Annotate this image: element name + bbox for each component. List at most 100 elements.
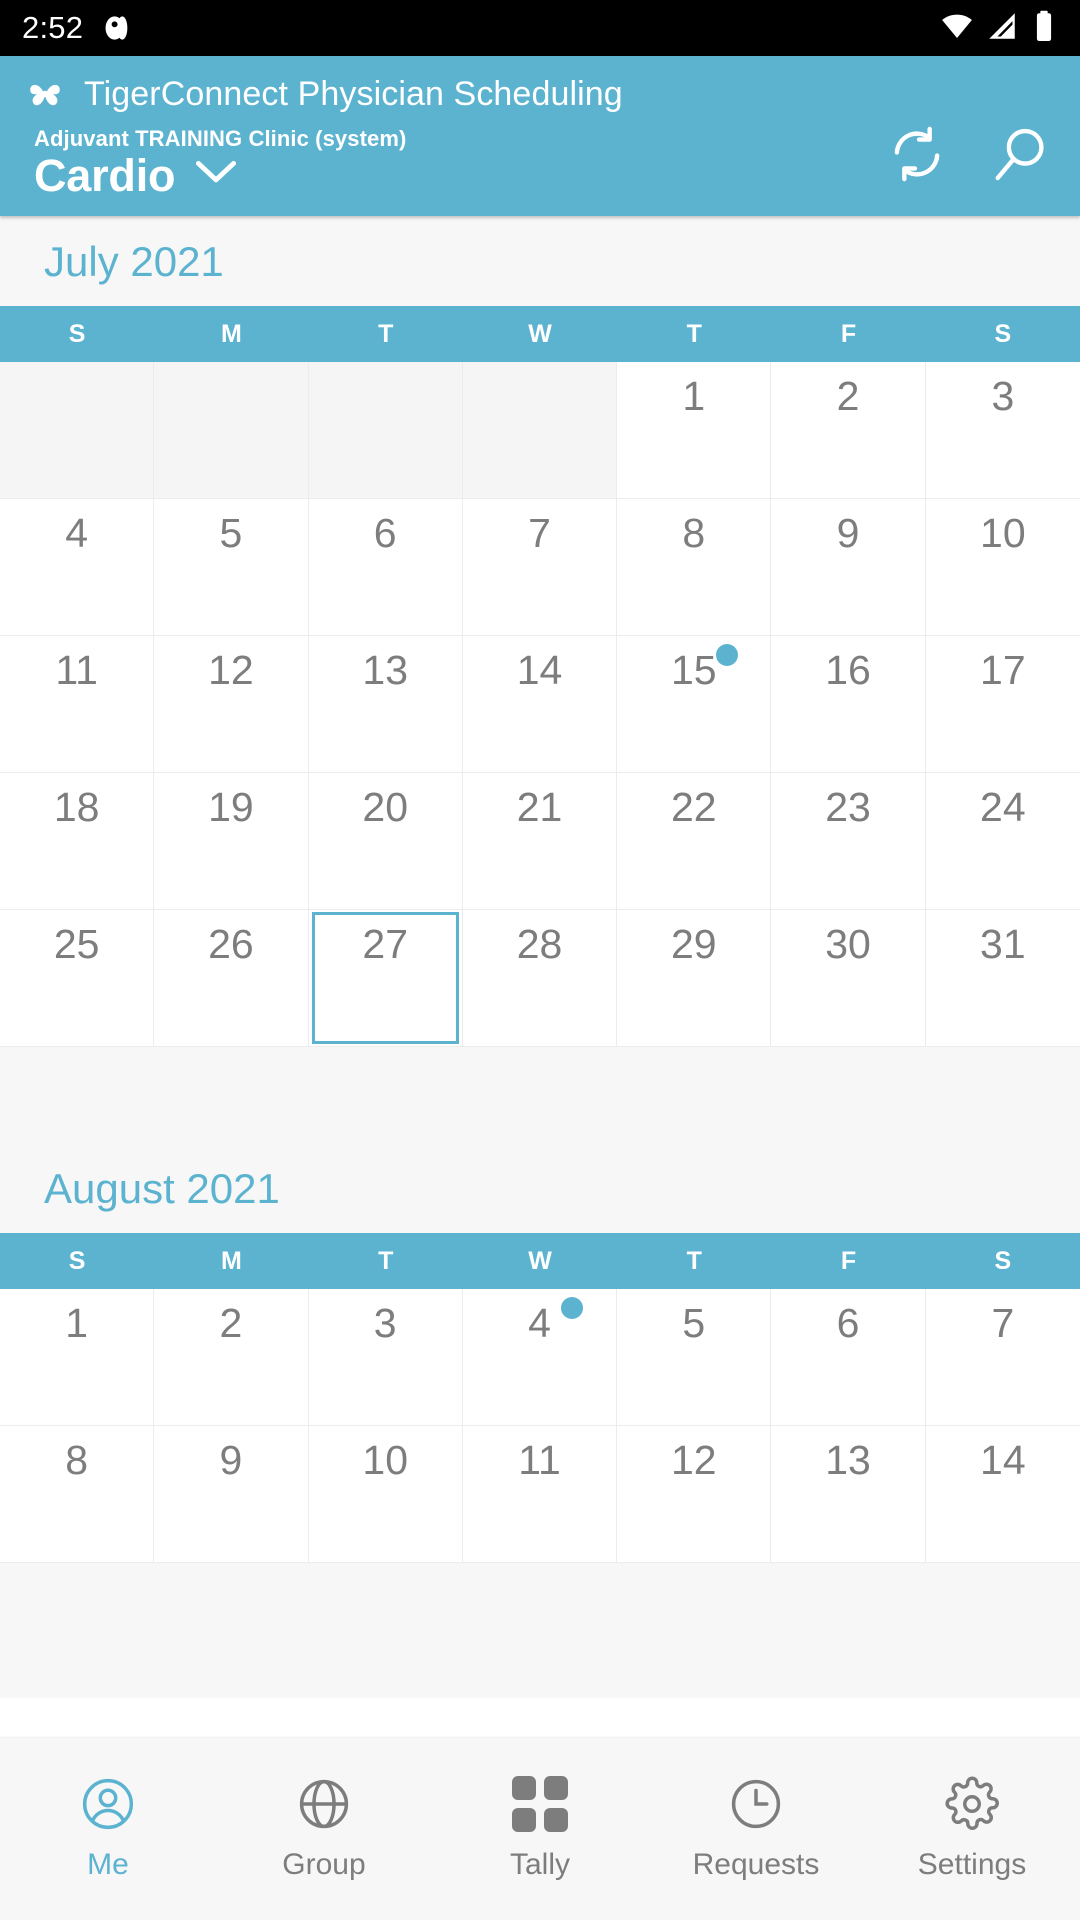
weekday-header-4: T <box>686 1247 702 1275</box>
calendar-day-12[interactable]: 12 <box>617 1426 772 1563</box>
calendar-day-5[interactable]: 5 <box>617 1289 772 1426</box>
calendar-day-1[interactable]: 1 <box>0 1289 155 1426</box>
calendar-day-number: 4 <box>65 510 89 556</box>
weekday-header-1: M <box>221 1247 242 1275</box>
calendar-day-20[interactable]: 20 <box>308 773 463 910</box>
calendar-day-1[interactable]: 1 <box>617 362 772 499</box>
calendar-day-number: 21 <box>516 784 563 830</box>
calendar-day-23[interactable]: 23 <box>771 773 926 910</box>
weekday-header-5: F <box>840 1247 857 1275</box>
calendar-week-row: 1 2 3 4 5 6 7 <box>0 1289 1080 1426</box>
weekday-header-0: S <box>68 1247 86 1275</box>
calendar-day-16[interactable]: 16 <box>771 636 926 773</box>
shift-indicator-dot <box>561 1297 584 1319</box>
calendar-day-25[interactable]: 25 <box>0 910 155 1047</box>
globe-icon <box>296 1776 352 1832</box>
calendar-day-7[interactable]: 7 <box>462 499 618 636</box>
calendar-day-26[interactable]: 26 <box>154 910 309 1047</box>
calendar-day-11[interactable]: 11 <box>0 636 155 773</box>
calendar-day-11[interactable]: 11 <box>462 1426 618 1563</box>
refresh-icon[interactable] <box>886 123 948 190</box>
calendar-day-8[interactable]: 8 <box>617 499 772 636</box>
calendar-day-number: 29 <box>670 921 717 967</box>
app-bar-actions <box>886 123 1052 202</box>
calendar-day-10[interactable]: 10 <box>308 1426 463 1563</box>
calendar-scroll-area[interactable]: July 2021 S M T W T F S 1 2 3 4 5 6 7 8 9 10 11 12 13 14 15 16 1… <box>0 216 1080 1698</box>
calendar-day-12[interactable]: 12 <box>154 636 309 773</box>
calendar-day-6[interactable]: 6 <box>308 499 463 636</box>
calendar-day-number: 9 <box>836 510 860 556</box>
tigerconnect-clover-logo-icon <box>24 73 66 115</box>
calendar-day-30[interactable]: 30 <box>771 910 926 1047</box>
calendar-day-28[interactable]: 28 <box>462 910 618 1047</box>
calendar-day-3[interactable]: 3 <box>308 1289 463 1426</box>
calendar-day-empty <box>154 362 309 499</box>
battery-full-icon <box>1030 9 1058 48</box>
calendar-day-number: 5 <box>219 510 243 556</box>
calendar-day-number: 3 <box>373 1300 397 1346</box>
department-selector[interactable]: Cardio <box>34 150 886 202</box>
calendar-day-13[interactable]: 13 <box>771 1426 926 1563</box>
calendar-day-number: 9 <box>219 1437 243 1483</box>
calendar-day-8[interactable]: 8 <box>0 1426 155 1563</box>
cellular-signal-icon <box>985 9 1019 48</box>
calendar-day-number: 17 <box>980 647 1026 693</box>
nav-item-settings[interactable]: Settings <box>864 1738 1080 1920</box>
clock-icon <box>728 1776 784 1832</box>
weekday-header-1: M <box>221 320 242 348</box>
calendar-day-number: 13 <box>362 647 408 693</box>
calendar-day-22[interactable]: 22 <box>617 773 772 910</box>
calendar-day-13[interactable]: 13 <box>308 636 463 773</box>
calendar-day-9[interactable]: 9 <box>154 1426 309 1563</box>
calendar-day-31[interactable]: 31 <box>925 910 1080 1047</box>
calendar-day-14[interactable]: 14 <box>925 1426 1080 1563</box>
nav-item-group[interactable]: Group <box>216 1738 432 1920</box>
calendar-day-9[interactable]: 9 <box>771 499 926 636</box>
calendar-day-24[interactable]: 24 <box>925 773 1080 910</box>
calendar-day-number: 18 <box>53 784 100 830</box>
calendar-day-number: 12 <box>208 647 254 693</box>
calendar-day-number: 6 <box>373 510 397 556</box>
calendar-day-27[interactable]: 27 <box>308 910 463 1047</box>
weekday-header-row: SMTWTFS <box>0 306 1080 362</box>
calendar-day-10[interactable]: 10 <box>925 499 1080 636</box>
calendar-day-18[interactable]: 18 <box>0 773 155 910</box>
nav-item-me[interactable]: Me <box>0 1738 216 1920</box>
chevron-down-icon <box>193 157 239 192</box>
calendar-day-17[interactable]: 17 <box>925 636 1080 773</box>
search-icon[interactable] <box>990 123 1052 190</box>
calendar-day-15[interactable]: 15 <box>617 636 772 773</box>
calendar-day-number: 2 <box>219 1300 243 1346</box>
calendar-day-number: 15 <box>670 647 717 693</box>
calendar-day-21[interactable]: 21 <box>462 773 618 910</box>
calendar-day-4[interactable]: 4 <box>0 499 155 636</box>
calendar-day-number: 27 <box>362 921 408 967</box>
calendar-day-2[interactable]: 2 <box>771 362 926 499</box>
calendar-day-2[interactable]: 2 <box>154 1289 309 1426</box>
calendar-day-4[interactable]: 4 <box>462 1289 618 1426</box>
calendar-day-19[interactable]: 19 <box>154 773 309 910</box>
calendar-day-14[interactable]: 14 <box>462 636 618 773</box>
calendar-day-7[interactable]: 7 <box>925 1289 1080 1426</box>
calendar-day-number: 14 <box>980 1437 1026 1483</box>
calendar-day-number: 7 <box>991 1300 1015 1346</box>
calendar-week-row: 8 9 10 11 12 13 14 <box>0 1426 1080 1563</box>
organization-name: Adjuvant TRAINING Clinic (system) <box>34 126 407 151</box>
nav-item-tally[interactable]: Tally <box>432 1738 648 1920</box>
calendar-week-row: 4 5 6 7 8 9 10 <box>0 499 1080 636</box>
calendar-day-number: 11 <box>518 1437 561 1483</box>
calendar-day-number: 8 <box>65 1437 89 1483</box>
nav-item-label: Requests <box>692 1848 820 1881</box>
calendar-day-6[interactable]: 6 <box>771 1289 926 1426</box>
calendar-week-row: 1 2 3 <box>0 362 1080 499</box>
calendar-day-number: 23 <box>825 784 871 830</box>
calendar-day-number: 24 <box>980 784 1026 830</box>
calendar-day-5[interactable]: 5 <box>154 499 309 636</box>
nav-item-requests[interactable]: Requests <box>648 1738 864 1920</box>
calendar-day-29[interactable]: 29 <box>617 910 772 1047</box>
calendar-day-number: 3 <box>991 373 1015 419</box>
nav-item-label: Settings <box>917 1848 1027 1881</box>
gear-icon <box>944 1776 1000 1832</box>
weekday-header-6: S <box>994 320 1012 348</box>
calendar-day-3[interactable]: 3 <box>925 362 1080 499</box>
